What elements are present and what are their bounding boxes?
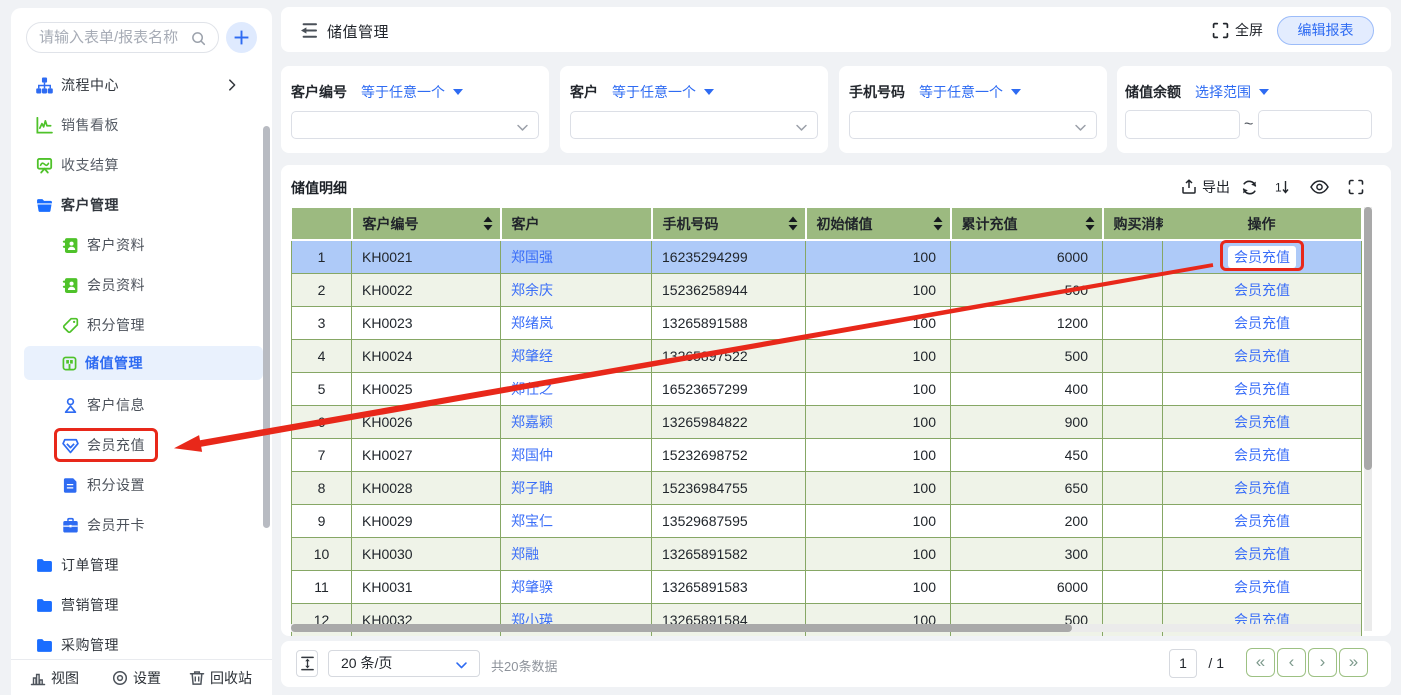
svg-text:1: 1 xyxy=(1275,181,1282,195)
